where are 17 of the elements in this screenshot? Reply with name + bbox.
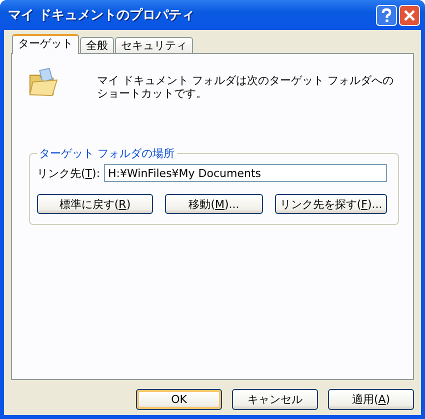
tab[interactable]: 全般	[80, 37, 114, 53]
find-target-button[interactable]: リンク先を探す(F)...	[275, 194, 388, 214]
tab[interactable]: セキュリティ	[115, 37, 193, 53]
folder-icon	[28, 67, 59, 99]
move-button[interactable]: 移動(M)...	[165, 194, 264, 214]
description-text: マイ ドキュメント フォルダは次のターゲット フォルダへのショートカットです。	[96, 74, 394, 100]
help-icon[interactable]	[376, 4, 397, 26]
tab[interactable]: ターゲット	[12, 34, 79, 54]
apply-button[interactable]: 適用(A)	[328, 389, 414, 410]
ok-button[interactable]: OK	[136, 389, 222, 410]
restore-default-button[interactable]: 標準に戻す(R)	[37, 194, 153, 214]
cancel-button[interactable]: キャンセル	[232, 389, 318, 410]
field-label: リンク先(T):	[37, 166, 100, 180]
group-title: ターゲット フォルダの場所	[38, 146, 176, 161]
close-icon[interactable]	[399, 4, 420, 26]
target-path-field[interactable]: H:¥WinFiles¥My Documents	[104, 164, 388, 182]
window-title: マイ ドキュメントのプロパティ	[8, 6, 195, 24]
